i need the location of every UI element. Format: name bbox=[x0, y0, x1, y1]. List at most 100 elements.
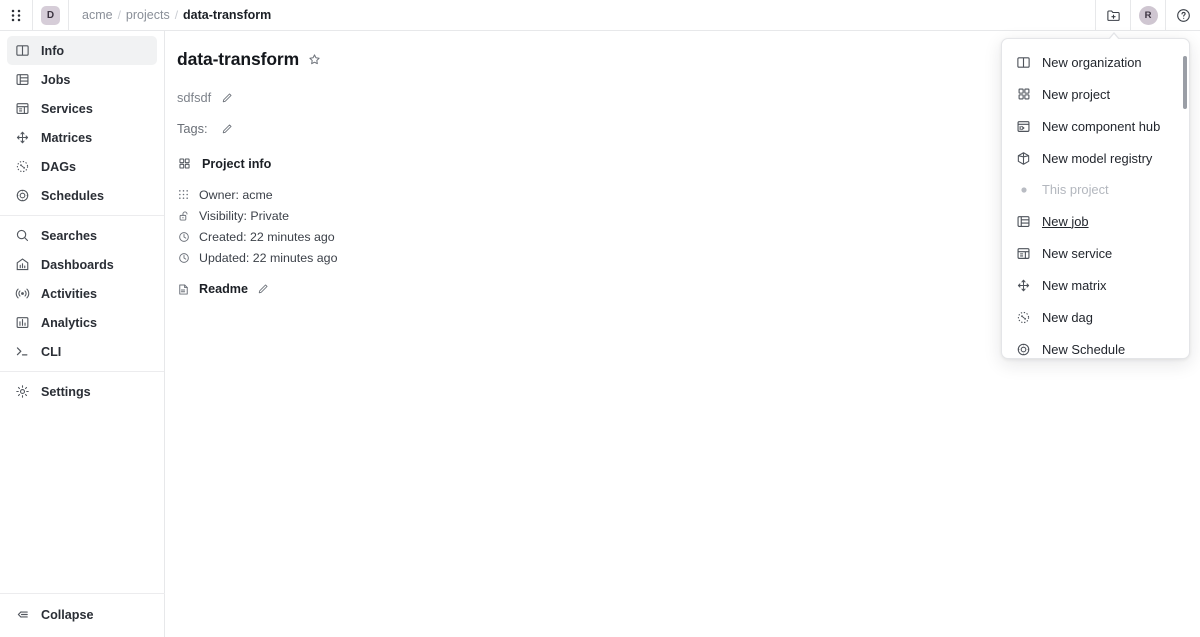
terminal-icon bbox=[15, 344, 30, 359]
sidebar-item-label: Searches bbox=[41, 228, 98, 243]
sidebar-item-cli[interactable]: CLI bbox=[7, 337, 157, 366]
sidebar-item-label: Jobs bbox=[41, 72, 71, 87]
page-title: data-transform bbox=[177, 49, 300, 69]
info-row-text: Visibility: Private bbox=[199, 208, 289, 223]
sidebar-item-activities[interactable]: Activities bbox=[7, 279, 157, 308]
collapse-label: Collapse bbox=[41, 607, 94, 622]
model-registry-icon bbox=[1016, 151, 1031, 166]
sidebar-item-settings[interactable]: Settings bbox=[7, 377, 157, 406]
sidebar-item-schedules[interactable]: Schedules bbox=[7, 181, 157, 210]
sidebar-item-label: Services bbox=[41, 101, 93, 116]
dag-dotted-circle-icon bbox=[15, 159, 30, 174]
org-chip-container: D bbox=[33, 0, 69, 31]
sidebar-item-dags[interactable]: DAGs bbox=[7, 152, 157, 181]
breadcrumb-org[interactable]: acme bbox=[82, 8, 113, 22]
sidebar-item-label: CLI bbox=[41, 344, 62, 359]
menu-item-label: New Schedule bbox=[1042, 341, 1126, 357]
breadcrumb-current[interactable]: data-transform bbox=[183, 8, 271, 22]
menu-section-label: This project bbox=[1042, 182, 1109, 197]
dashboard-chart-icon bbox=[15, 257, 30, 272]
collapse-sidebar-button[interactable]: Collapse bbox=[7, 600, 158, 629]
menu-item-new-component-hub[interactable]: New component hub bbox=[1002, 110, 1189, 142]
grid-squares-icon bbox=[177, 156, 192, 171]
schedule-target-icon bbox=[1016, 342, 1031, 357]
info-row-text: Created: 22 minutes ago bbox=[199, 229, 335, 244]
sidebar-item-label: Matrices bbox=[41, 130, 93, 145]
app-grid-button[interactable] bbox=[0, 0, 33, 31]
info-row-text: Owner: acme bbox=[199, 187, 273, 202]
tags-label: Tags: bbox=[177, 121, 208, 136]
menu-item-label: New organization bbox=[1042, 54, 1142, 70]
search-icon bbox=[15, 228, 30, 243]
breadcrumb-projects[interactable]: projects bbox=[126, 8, 170, 22]
menu-item-new-organization[interactable]: New organization bbox=[1002, 46, 1189, 78]
sidebar-item-label: Dashboards bbox=[41, 257, 114, 272]
create-new-dropdown-menu: New organization New project New compone… bbox=[1001, 38, 1190, 359]
sidebar-item-services[interactable]: Services bbox=[7, 94, 157, 123]
menu-item-new-model-registry[interactable]: New model registry bbox=[1002, 142, 1189, 174]
org-avatar[interactable]: D bbox=[41, 5, 60, 25]
menu-item-new-job[interactable]: New job bbox=[1002, 205, 1189, 237]
new-folder-icon bbox=[1106, 9, 1120, 21]
panels-icon bbox=[15, 43, 30, 58]
clock-icon bbox=[177, 230, 190, 243]
sidebar: Info Jobs Services Matrices DAGs Schedul… bbox=[0, 31, 165, 637]
menu-item-label: New component hub bbox=[1042, 118, 1161, 134]
panels-icon bbox=[1016, 55, 1031, 70]
question-circle-icon bbox=[1176, 8, 1190, 22]
sidebar-item-jobs[interactable]: Jobs bbox=[7, 65, 157, 94]
breadcrumb: acme / projects / data-transform bbox=[69, 8, 271, 22]
menu-item-new-schedule[interactable]: New Schedule bbox=[1002, 333, 1189, 358]
topbar-actions: R bbox=[1095, 0, 1200, 31]
breadcrumb-separator-1: / bbox=[117, 8, 121, 22]
sidebar-item-label: Activities bbox=[41, 286, 97, 301]
collapse-left-icon bbox=[15, 607, 30, 622]
menu-item-label: New matrix bbox=[1042, 277, 1107, 293]
sidebar-item-label: Schedules bbox=[41, 188, 104, 203]
breadcrumb-separator-2: / bbox=[174, 8, 179, 22]
pencil-icon[interactable] bbox=[221, 92, 233, 104]
broadcast-icon bbox=[15, 286, 30, 301]
help-button[interactable] bbox=[1165, 0, 1200, 31]
unlock-icon bbox=[177, 209, 190, 222]
menu-item-label: New project bbox=[1042, 86, 1111, 102]
menu-item-new-matrix[interactable]: New matrix bbox=[1002, 269, 1189, 301]
component-hub-icon bbox=[1016, 119, 1031, 134]
document-icon bbox=[177, 283, 190, 296]
sidebar-item-label: Info bbox=[41, 43, 65, 58]
sidebar-item-label: Analytics bbox=[41, 315, 97, 330]
menu-section-this-project: This project bbox=[1002, 174, 1189, 205]
sidebar-item-matrices[interactable]: Matrices bbox=[7, 123, 157, 152]
new-folder-button[interactable] bbox=[1095, 0, 1130, 31]
sidebar-item-label: Settings bbox=[41, 384, 91, 399]
grid-squares-icon bbox=[1016, 87, 1031, 102]
star-outline-icon[interactable] bbox=[308, 53, 321, 66]
readme-label: Readme bbox=[199, 282, 248, 296]
top-header-bar: D acme / projects / data-transform R bbox=[0, 0, 1200, 31]
sidebar-group-settings: Settings bbox=[0, 371, 164, 411]
project-info-heading-label: Project info bbox=[202, 156, 272, 171]
clock-icon bbox=[177, 251, 190, 264]
sidebar-item-info[interactable]: Info bbox=[7, 36, 157, 65]
menu-item-label: New dag bbox=[1042, 309, 1093, 325]
pencil-icon[interactable] bbox=[221, 123, 233, 135]
dropdown-scrollbar-thumb[interactable] bbox=[1183, 56, 1187, 109]
menu-item-new-project[interactable]: New project bbox=[1002, 78, 1189, 110]
avatar: R bbox=[1138, 5, 1158, 25]
service-layout-icon bbox=[1016, 246, 1031, 261]
user-avatar-button[interactable]: R bbox=[1130, 0, 1165, 31]
dot-icon bbox=[1016, 182, 1031, 197]
table-icon bbox=[1016, 214, 1031, 229]
menu-item-label: New service bbox=[1042, 245, 1113, 261]
dots-grid-icon bbox=[177, 188, 190, 201]
sidebar-item-dashboards[interactable]: Dashboards bbox=[7, 250, 157, 279]
matrix-icon bbox=[1016, 278, 1031, 293]
menu-item-new-dag[interactable]: New dag bbox=[1002, 301, 1189, 333]
sidebar-collapse-row: Collapse bbox=[0, 593, 165, 637]
service-layout-icon bbox=[15, 101, 30, 116]
sidebar-item-searches[interactable]: Searches bbox=[7, 221, 157, 250]
dropdown-pointer-arrow bbox=[1108, 32, 1121, 40]
menu-item-new-service[interactable]: New service bbox=[1002, 237, 1189, 269]
pencil-icon[interactable] bbox=[257, 283, 269, 295]
sidebar-item-analytics[interactable]: Analytics bbox=[7, 308, 157, 337]
